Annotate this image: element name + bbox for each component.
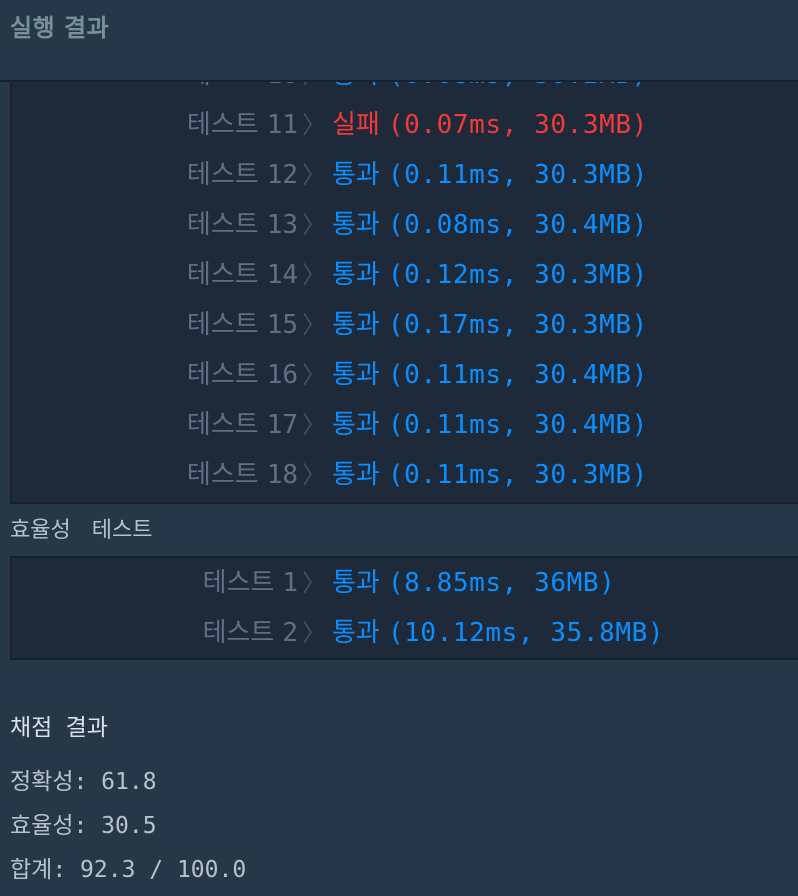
test-stats: (0.07ms, 30.3MB) xyxy=(387,110,648,140)
test-status: 통과 xyxy=(332,460,380,490)
test-result-row: 테스트 1 〉 통과 (8.85ms, 36MB) xyxy=(12,558,798,608)
test-number: 16 xyxy=(266,360,298,390)
test-result-row: 테스트 17 〉 통과 (0.11ms, 30.4MB) xyxy=(12,400,798,450)
test-result: 통과 (0.11ms, 30.3MB) xyxy=(332,450,648,500)
test-stats: (0.11ms, 30.4MB) xyxy=(387,360,648,390)
test-result: 통과 (0.12ms, 30.3MB) xyxy=(332,250,648,300)
test-status: 통과 xyxy=(332,310,380,340)
test-status: 실패 xyxy=(332,110,380,140)
efficiency-score-value: : 30.5 xyxy=(73,813,157,839)
accuracy-score: 정확성: 61.8 xyxy=(10,762,157,796)
test-label-text: 테스트 xyxy=(186,110,259,140)
total-score: 합계: 92.3 / 100.0 xyxy=(10,850,246,884)
efficiency-test-results-panel: 테스트 1 〉 통과 (8.85ms, 36MB) 테스트 2 〉 통과 (10.12ms, 35… xyxy=(10,556,798,660)
test-status: 통과 xyxy=(332,260,380,290)
test-stats: (0.17ms, 30.3MB) xyxy=(387,310,648,340)
test-number: 18 xyxy=(266,460,298,490)
chevron-right-icon: 〉 xyxy=(302,311,326,339)
test-label-text: 테스트 xyxy=(186,210,259,240)
test-label-text: 테스트 xyxy=(186,160,259,190)
chevron-right-icon: 〉 xyxy=(302,461,326,489)
test-label: 테스트 14 xyxy=(187,250,298,300)
test-result-row: 테스트 12 〉 통과 (0.11ms, 30.3MB) xyxy=(12,150,798,200)
chevron-right-icon: 〉 xyxy=(302,619,326,647)
test-stats: (0.11ms, 30.3MB) xyxy=(387,160,648,190)
test-status: 통과 xyxy=(332,410,380,440)
test-status: 통과 xyxy=(332,568,380,598)
test-label: 테스트 17 xyxy=(187,400,298,450)
test-result: 통과 (0.11ms, 30.4MB) xyxy=(332,400,648,450)
test-result-row: 테스트 2 〉 통과 (10.12ms, 35.8MB) xyxy=(12,608,798,658)
test-result-row: 테스트 15 〉 통과 (0.17ms, 30.3MB) xyxy=(12,300,798,350)
test-result-row: 테스트 14 〉 통과 (0.12ms, 30.3MB) xyxy=(12,250,798,300)
chevron-right-icon: 〉 xyxy=(302,111,326,139)
test-result: 통과 (10.12ms, 35.8MB) xyxy=(332,608,664,658)
test-result: 통과 (0.11ms, 30.4MB) xyxy=(332,350,648,400)
test-result-row: 테스트 18 〉 통과 (0.11ms, 30.3MB) xyxy=(12,450,798,500)
test-result-row: 테스트 11 〉 실패 (0.07ms, 30.3MB) xyxy=(12,100,798,150)
test-stats: (0.11ms, 30.4MB) xyxy=(387,410,648,440)
test-stats: (8.85ms, 36MB) xyxy=(387,568,616,598)
efficiency-test-list: 테스트 1 〉 통과 (8.85ms, 36MB) 테스트 2 〉 통과 (10.12ms, 35… xyxy=(12,558,798,658)
test-number: 1 xyxy=(282,568,298,598)
test-label: 테스트 2 xyxy=(203,608,298,658)
accuracy-score-value: : 61.8 xyxy=(73,769,157,795)
test-label-text: 테스트 xyxy=(186,460,259,490)
test-label: 테스트 12 xyxy=(187,150,298,200)
test-label: 테스트 1 xyxy=(203,558,298,608)
chevron-right-icon: 〉 xyxy=(302,361,326,389)
efficiency-test-heading: 효율성 테스트 xyxy=(10,518,153,543)
efficiency-score: 효율성: 30.5 xyxy=(10,806,157,840)
test-stats: (10.12ms, 35.8MB) xyxy=(387,618,665,648)
test-label-text: 테스트 xyxy=(186,260,259,290)
test-status: 통과 xyxy=(332,360,380,390)
test-label-text: 테스트 xyxy=(186,310,259,340)
test-result: 통과 (0.08ms, 30.4MB) xyxy=(332,200,648,250)
test-stats: (0.12ms, 30.3MB) xyxy=(387,260,648,290)
test-result: 실패 (0.07ms, 30.3MB) xyxy=(332,100,648,150)
output-header: 실행 결과 xyxy=(0,0,798,82)
test-number: 13 xyxy=(266,210,298,240)
test-status: 통과 xyxy=(332,210,380,240)
output-title: 실행 결과 xyxy=(10,14,110,42)
test-result: 통과 (8.85ms, 36MB) xyxy=(332,558,615,608)
test-label: 테스트 11 xyxy=(187,100,298,150)
total-score-value: : 92.3 / 100.0 xyxy=(52,857,247,883)
test-number: 17 xyxy=(266,410,298,440)
test-label: 테스트 15 xyxy=(187,300,298,350)
test-label: 테스트 13 xyxy=(187,200,298,250)
test-label-text: 테스트 xyxy=(202,618,275,648)
chevron-right-icon: 〉 xyxy=(302,411,326,439)
test-stats: (0.08ms, 30.4MB) xyxy=(387,210,648,240)
chevron-right-icon: 〉 xyxy=(302,569,326,597)
test-label: 테스트 16 xyxy=(187,350,298,400)
test-number: 11 xyxy=(266,110,298,140)
test-number: 12 xyxy=(266,160,298,190)
test-result: 통과 (0.17ms, 30.3MB) xyxy=(332,300,648,350)
test-label: 테스트 18 xyxy=(187,450,298,500)
test-status: 통과 xyxy=(332,618,380,648)
test-result-row: 테스트 16 〉 통과 (0.11ms, 30.4MB) xyxy=(12,350,798,400)
chevron-right-icon: 〉 xyxy=(302,211,326,239)
test-number: 14 xyxy=(266,260,298,290)
test-stats: (0.11ms, 30.3MB) xyxy=(387,460,648,490)
test-number: 15 xyxy=(266,310,298,340)
accuracy-test-list: 테스트10〉통과(0.08ms, 30.2MB)테스트11〉실패(0.07ms,… xyxy=(12,52,798,500)
accuracy-score-label: 정확성 xyxy=(10,769,74,795)
chevron-right-icon: 〉 xyxy=(302,261,326,289)
grading-result-title: 채점 결과 xyxy=(10,715,108,741)
accuracy-test-results-panel[interactable]: 테스트10〉통과(0.08ms, 30.2MB)테스트11〉실패(0.07ms,… xyxy=(10,50,798,504)
test-result-row: 테스트 13 〉 통과 (0.08ms, 30.4MB) xyxy=(12,200,798,250)
efficiency-score-label: 효율성 xyxy=(10,813,74,839)
test-result: 통과 (0.11ms, 30.3MB) xyxy=(332,150,648,200)
test-label-text: 테스트 xyxy=(202,568,275,598)
test-status: 통과 xyxy=(332,160,380,190)
test-number: 2 xyxy=(282,618,298,648)
chevron-right-icon: 〉 xyxy=(302,161,326,189)
total-score-label: 합계 xyxy=(10,857,53,883)
test-label-text: 테스트 xyxy=(186,410,259,440)
test-label-text: 테스트 xyxy=(186,360,259,390)
